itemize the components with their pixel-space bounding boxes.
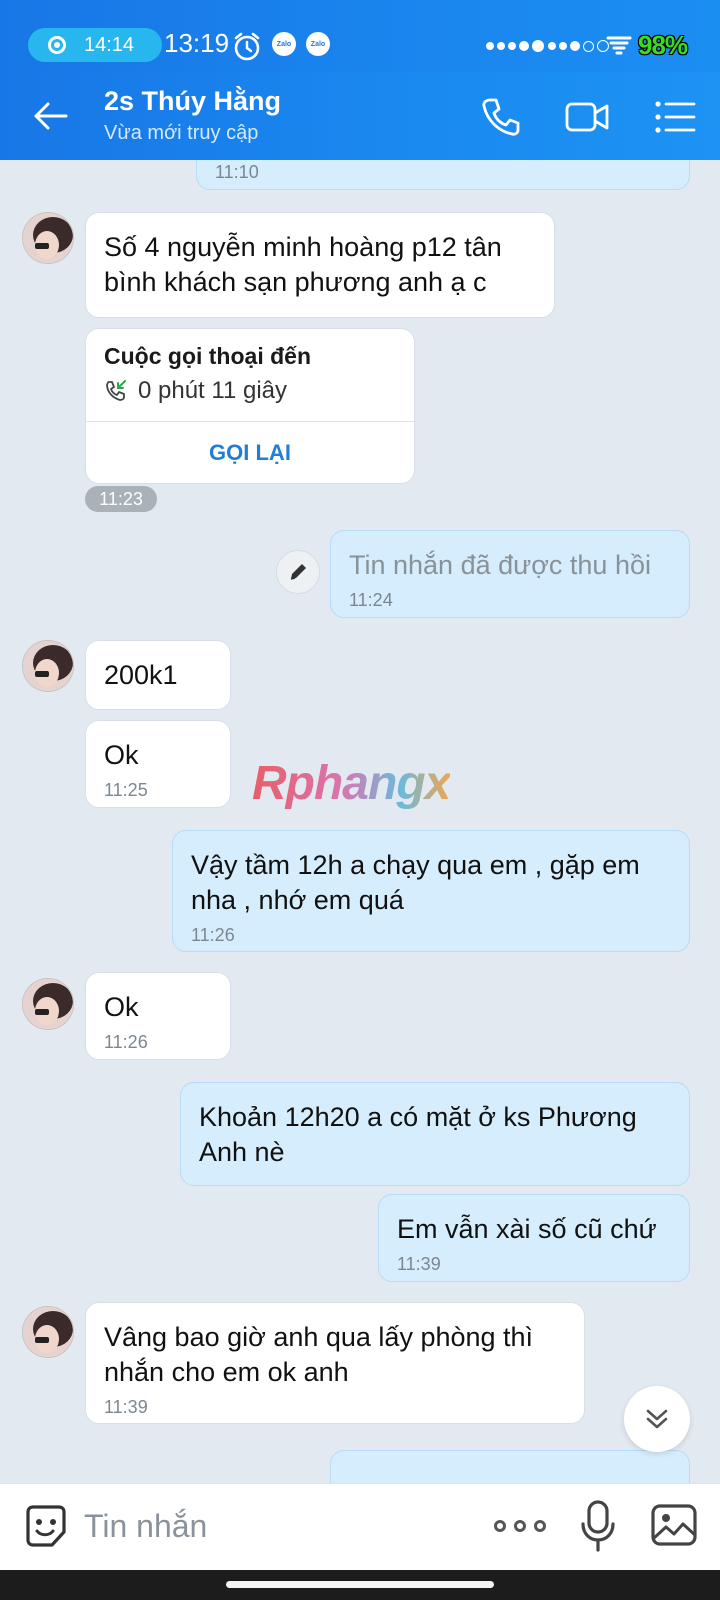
message-bubble-incoming[interactable]: Ok 11:25 (85, 720, 231, 808)
zalo-notification-icon: Zalo (272, 32, 296, 56)
message-time: 11:39 (397, 1254, 441, 1274)
home-indicator[interactable] (226, 1581, 494, 1588)
signal-strength-icon (548, 40, 609, 52)
message-text: Khoản 12h20 a có mặt ở ks Phương Anh nè (199, 1102, 637, 1167)
message-text: Em vẫn xài số cũ chứ (397, 1214, 657, 1244)
clock: 13:19 (164, 28, 230, 58)
message-time: 11:25 (104, 780, 148, 800)
message-time-chip: 11:23 (85, 486, 157, 512)
message-bubble-incoming[interactable]: Số 4 nguyễn minh hoàng p12 tân bình khác… (85, 212, 555, 318)
back-arrow-icon[interactable] (30, 96, 70, 136)
scroll-to-bottom-button[interactable] (624, 1386, 690, 1452)
more-icon[interactable] (494, 1506, 546, 1546)
video-camera-icon[interactable] (564, 94, 610, 140)
battery-level: 98% (638, 30, 688, 60)
message-time: 11:24 (349, 590, 393, 610)
message-time: 11:26 (191, 925, 235, 945)
double-chevron-down-icon (646, 1409, 668, 1429)
message-composer (0, 1483, 720, 1570)
message-time: 11:26 (104, 1032, 148, 1052)
image-icon[interactable] (650, 1500, 698, 1550)
avatar[interactable] (22, 978, 74, 1030)
record-icon (48, 36, 66, 54)
message-text: Vậy tầm 12h a chạy qua em , gặp em nha ,… (191, 850, 640, 915)
message-bubble-outgoing[interactable] (330, 1450, 690, 1483)
message-list[interactable]: 11:10 Số 4 nguyễn minh hoàng p12 tân bìn… (0, 160, 720, 1483)
status-bar: 14:14 13:19 Zalo Zalo 98% (0, 0, 720, 72)
alarm-icon (234, 32, 260, 61)
message-input[interactable] (84, 1502, 464, 1550)
message-bubble-outgoing[interactable]: 11:10 (196, 160, 690, 190)
contact-name[interactable]: 2s Thúy Hằng (104, 86, 281, 117)
message-text: 200k1 (104, 660, 178, 690)
system-navigation-bar (0, 1570, 720, 1600)
message-bubble-outgoing[interactable]: Em vẫn xài số cũ chứ 11:39 (378, 1194, 690, 1282)
message-bubble-incoming[interactable]: Ok 11:26 (85, 972, 231, 1060)
screen-recording-indicator[interactable]: 14:14 (28, 28, 162, 62)
zalo-notification-icon: Zalo (306, 32, 330, 56)
call-back-button[interactable]: GỌI LẠI (86, 422, 414, 483)
watermark-logo: Rphangx (252, 757, 451, 810)
message-time: 11:10 (215, 162, 259, 182)
contact-status: Vừa mới truy cập (104, 122, 259, 144)
incoming-call-card[interactable]: Cuộc gọi thoại đến 0 phút 11 giây GỌI LẠ… (85, 328, 415, 484)
call-duration: 0 phút 11 giây (138, 377, 288, 404)
message-text: Vâng bao giờ anh qua lấy phòng thì nhắn … (104, 1322, 534, 1387)
avatar[interactable] (22, 212, 74, 264)
call-title: Cuộc gọi thoại đến (104, 343, 311, 369)
phone-icon[interactable] (478, 94, 524, 140)
chat-header: 2s Thúy Hằng Vừa mới truy cập (0, 72, 720, 160)
signal-strength-icon (486, 40, 544, 52)
message-bubble-incoming[interactable]: Vâng bao giờ anh qua lấy phòng thì nhắn … (85, 1302, 585, 1424)
message-bubble-outgoing[interactable]: Khoản 12h20 a có mặt ở ks Phương Anh nè (180, 1082, 690, 1186)
menu-icon[interactable] (652, 94, 698, 140)
message-bubble-outgoing[interactable]: Vậy tầm 12h a chạy qua em , gặp em nha ,… (172, 830, 690, 952)
message-text: Tin nhắn đã được thu hồi (349, 550, 651, 580)
message-text: Số 4 nguyễn minh hoàng p12 tân bình khác… (104, 232, 502, 297)
avatar[interactable] (22, 1306, 74, 1358)
wifi-icon (606, 36, 632, 55)
microphone-icon[interactable] (580, 1498, 616, 1554)
incoming-call-icon (106, 380, 126, 401)
call-info: 0 phút 11 giây (104, 377, 287, 405)
edit-icon[interactable] (276, 550, 320, 594)
message-text: Ok (104, 740, 139, 770)
avatar[interactable] (22, 640, 74, 692)
message-bubble-incoming[interactable]: 200k1 (85, 640, 231, 710)
message-time: 11:39 (104, 1397, 148, 1417)
message-text: Ok (104, 992, 139, 1022)
recording-time: 14:14 (84, 33, 135, 56)
sticker-icon[interactable] (22, 1502, 70, 1550)
message-bubble-recalled[interactable]: Tin nhắn đã được thu hồi 11:24 (330, 530, 690, 618)
